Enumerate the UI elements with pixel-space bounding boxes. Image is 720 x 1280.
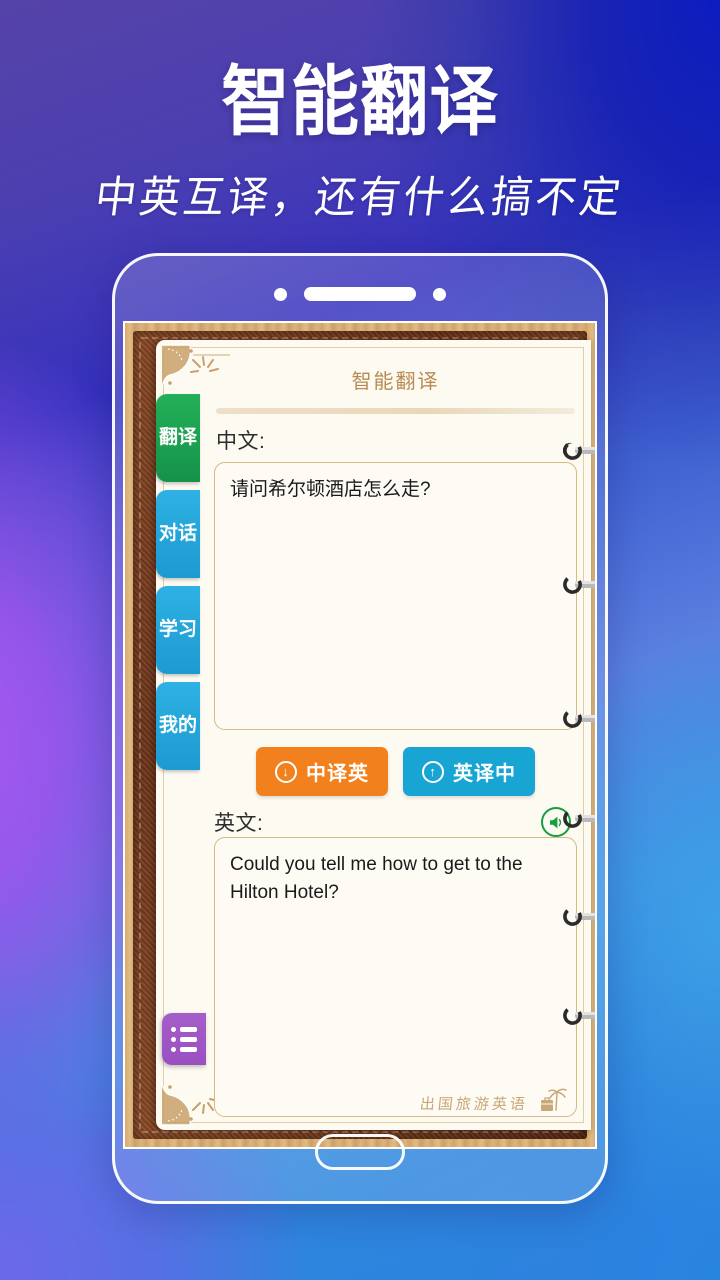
tab-mine[interactable]: 我的 [156,682,200,770]
phone-earpiece-area [115,285,605,303]
tab-conversation-label: 对话 [158,523,197,545]
binder-ring [563,907,595,926]
home-button[interactable] [315,1134,405,1170]
app-title: 智能翻译 [351,371,440,393]
chinese-label: 中文: [216,430,266,453]
palm-tree-icon [541,1088,567,1111]
en-to-cn-button[interactable]: ↑ 英译中 [403,747,535,796]
tab-study-label: 学习 [158,619,197,641]
page-title: 智能翻译 [221,57,499,147]
en-to-cn-label: 英译中 [453,763,516,785]
english-label: 英文: [214,812,264,835]
list-menu-button[interactable] [162,1013,206,1065]
arrow-down-circle-icon: ↓ [275,760,297,783]
notebook-page: 翻译 对话 学习 我的 智能翻译 中文: 请问希尔顿酒店怎么走? ↓ 中译英 ↑… [156,340,591,1130]
binder-ring [563,575,595,594]
brand-text: 出国旅游英语 [418,1095,529,1113]
brand-footer: 出国旅游英语 [418,1084,569,1114]
list-menu-icon [171,1026,197,1052]
sidebar-tabs: 翻译 对话 学习 我的 [156,394,200,778]
title-divider [216,408,575,414]
sensor-dot-icon [433,287,446,301]
arrow-up-circle-icon: ↑ [422,760,444,783]
chinese-input[interactable]: 请问希尔顿酒店怎么走? [214,462,577,730]
cn-to-en-button[interactable]: ↓ 中译英 [256,747,388,796]
earpiece-speaker-icon [304,287,416,301]
binder-ring [563,809,595,828]
phone-screen: 翻译 对话 学习 我的 智能翻译 中文: 请问希尔顿酒店怎么走? ↓ 中译英 ↑… [123,321,597,1149]
binder-ring [563,709,595,728]
tab-mine-label: 我的 [158,715,197,737]
tab-translate[interactable]: 翻译 [156,394,200,482]
suitcase-icon [541,1097,553,1111]
tab-translate-label: 翻译 [158,427,197,449]
page-subtitle: 中英互译，还有什么搞不定 [92,171,627,223]
translate-button-row: ↓ 中译英 ↑ 英译中 [214,747,577,796]
english-header-row: 英文: [214,807,577,837]
binder-ring [563,441,595,460]
tab-conversation[interactable]: 对话 [156,490,200,578]
cn-to-en-label: 中译英 [306,763,369,785]
tab-study[interactable]: 学习 [156,586,200,674]
binder-ring [563,1006,595,1025]
english-output[interactable]: Could you tell me how to get to the Hilt… [214,837,577,1117]
phone-mockup: 翻译 对话 学习 我的 智能翻译 中文: 请问希尔顿酒店怎么走? ↓ 中译英 ↑… [112,253,608,1204]
app-content: 智能翻译 中文: 请问希尔顿酒店怎么走? ↓ 中译英 ↑ 英译中 英文: Cou… [200,340,591,1130]
speaker-icon [549,816,561,828]
poster-heading-group: 智能翻译 中英互译，还有什么搞不定 [0,57,720,223]
front-camera-icon [274,287,287,301]
